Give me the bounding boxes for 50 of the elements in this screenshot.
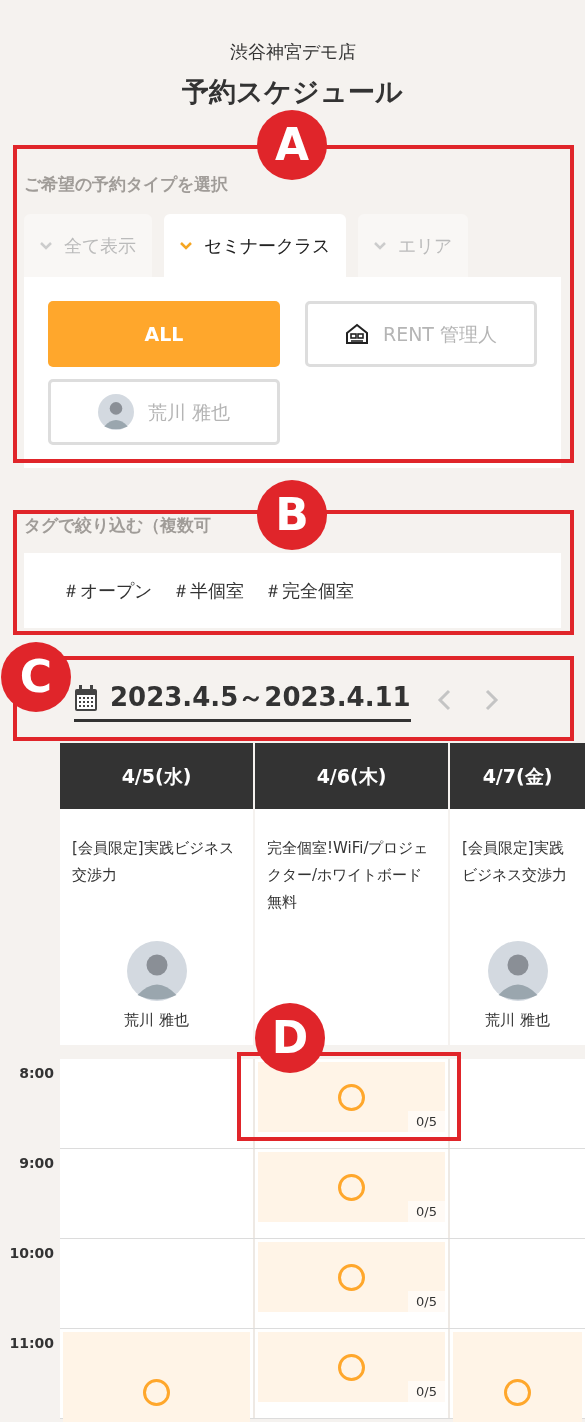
- page-title: 予約スケジュール: [182, 76, 403, 108]
- capacity-count: 0/5: [408, 1200, 445, 1222]
- day-header: 4/7(金): [450, 743, 585, 809]
- shop-name: 渋谷神宮デモ店: [229, 40, 356, 64]
- day-header: 4/5(水): [60, 743, 253, 809]
- chevron-down-icon: [374, 241, 386, 250]
- host-name: 荒川 雅也: [485, 1009, 550, 1031]
- callout-badge: A: [257, 110, 327, 180]
- time-label: 8:00: [18, 1064, 55, 1083]
- available-icon: [504, 1378, 531, 1406]
- available-icon: [338, 1173, 365, 1201]
- avatar: [487, 940, 548, 1001]
- event-title: 完全個室!WiFi/プロジェクター/ホワイトボード無料: [267, 838, 430, 913]
- available-icon: [338, 1263, 365, 1291]
- chevron-down-icon: [180, 241, 192, 250]
- section-label: ご希望の予約タイプを選択: [24, 173, 229, 196]
- booking-slot[interactable]: 0/5: [258, 1062, 445, 1132]
- type-tab[interactable]: セミナークラス: [164, 214, 346, 277]
- booking-slot[interactable]: 0/5: [258, 1242, 445, 1312]
- capacity-count: 0/5: [408, 1380, 445, 1402]
- chevron-down-icon: [40, 241, 52, 250]
- next-week-button[interactable]: [484, 689, 499, 711]
- tag-link[interactable]: ＃オープン: [62, 577, 152, 604]
- previous-week-button[interactable]: [436, 689, 451, 711]
- tag-link[interactable]: ＃完全個室: [264, 577, 354, 604]
- callout-badge: B: [257, 480, 327, 550]
- event-title: [会員限定]実践ビジネス交渉力: [72, 838, 235, 886]
- capacity-count: 0/5: [408, 1290, 445, 1312]
- day-header: 4/6(木): [255, 743, 448, 809]
- available-icon: [143, 1378, 170, 1406]
- calendar-icon: [74, 683, 98, 712]
- chevron-left-icon: [436, 689, 451, 711]
- time-label: 10:00: [8, 1244, 55, 1263]
- avatar: [126, 940, 187, 1001]
- section-label: タグで絞り込む（複数可: [24, 514, 211, 537]
- capacity-count: 0/5: [408, 1110, 445, 1132]
- time-label: 11:00: [8, 1334, 55, 1353]
- avatar: [97, 394, 134, 430]
- available-icon: [338, 1353, 365, 1381]
- tag-link[interactable]: ＃半個室: [172, 577, 244, 604]
- date-range-picker[interactable]: 2023.4.5～2023.4.11: [74, 678, 411, 722]
- booking-slot[interactable]: 0/5: [258, 1152, 445, 1222]
- booking-slot[interactable]: 0/5: [258, 1332, 445, 1402]
- house-icon: [344, 323, 369, 345]
- host-name: 荒川 雅也: [124, 1009, 189, 1031]
- chevron-right-icon: [484, 689, 499, 711]
- callout-badge: C: [1, 642, 71, 712]
- event-title: [会員限定]実践ビジネス交渉力: [462, 838, 568, 886]
- available-icon: [338, 1083, 365, 1111]
- time-label: 9:00: [18, 1154, 55, 1173]
